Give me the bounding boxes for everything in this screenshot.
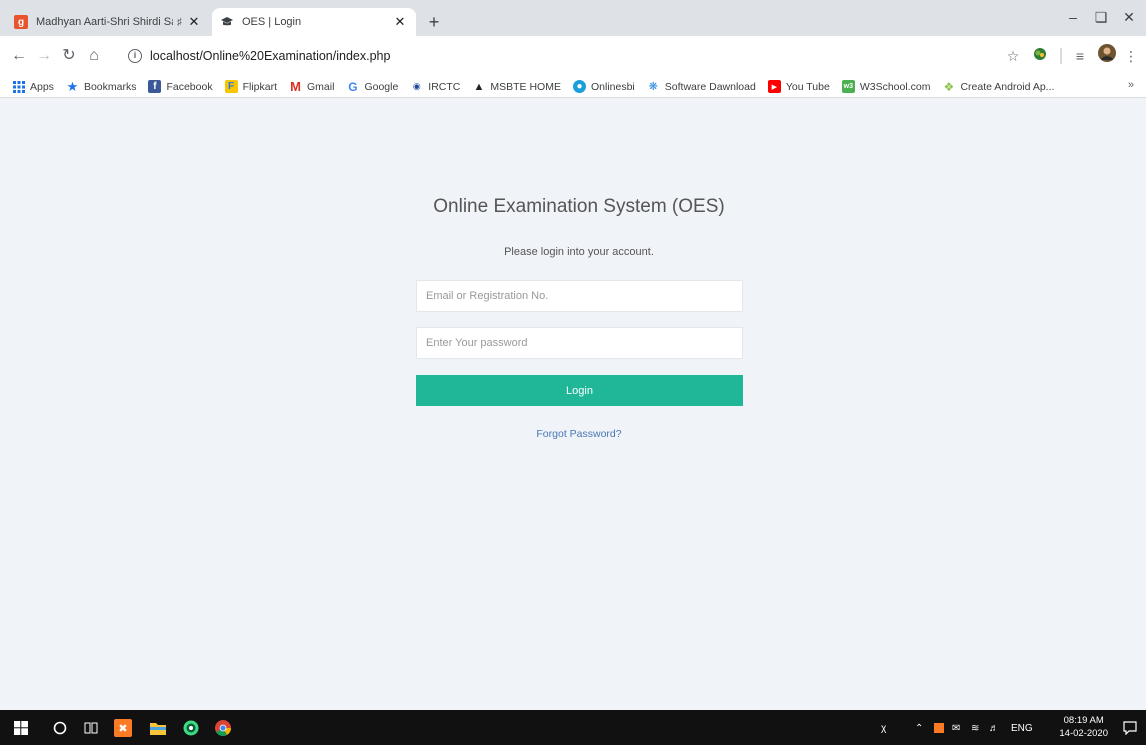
bookmark-star-icon[interactable]: ☆: [1003, 44, 1023, 68]
bookmark-apps[interactable]: Apps: [12, 80, 54, 93]
bookmark-label: Flipkart: [242, 80, 278, 93]
bookmark-label: Gmail: [307, 80, 335, 93]
apps-grid-icon: [12, 80, 25, 93]
tab-title: Madhyan Aarti-Shri Shirdi Sa: [36, 16, 173, 28]
page-title: Online Examination System (OES): [433, 196, 725, 217]
chrome-taskbar-icon[interactable]: [212, 717, 234, 739]
browser-toolbar: ← → ↻ ⌂ i localhost/Online%20Examination…: [0, 36, 1146, 76]
people-icon[interactable]: χ: [881, 719, 886, 737]
graduation-cap-icon: [220, 15, 234, 29]
reload-icon[interactable]: ↻: [58, 44, 80, 68]
facebook-icon: f: [148, 80, 162, 93]
bookmark-facebook[interactable]: f Facebook: [148, 80, 213, 93]
close-tab-icon[interactable]: ✕: [186, 14, 202, 30]
tab-madhyan-aarti[interactable]: g Madhyan Aarti-Shri Shirdi Sa ♯ ✕: [6, 8, 210, 36]
chrome-menu-icon[interactable]: ⋮: [1124, 44, 1138, 68]
network-icon[interactable]: ≋: [971, 719, 979, 737]
sbi-icon: ●: [572, 80, 586, 93]
volume-icon[interactable]: ♬: [989, 719, 999, 737]
tab-oes-login[interactable]: OES | Login ✕: [212, 8, 416, 36]
close-tab-icon[interactable]: ✕: [392, 14, 408, 30]
system-clock[interactable]: 08:19 AM 14-02-2020: [1059, 714, 1108, 740]
audio-playing-icon[interactable]: ♯: [177, 17, 182, 28]
bookmark-w3school[interactable]: w3 W3School.com: [841, 80, 931, 93]
clock-date: 14-02-2020: [1059, 728, 1108, 739]
forgot-password-link[interactable]: Forgot Password?: [0, 428, 1146, 440]
bookmark-gmail[interactable]: M Gmail: [289, 79, 335, 94]
bookmark-msbte-home[interactable]: ▲ MSBTE HOME: [472, 80, 561, 93]
close-window-button[interactable]: ✕: [1114, 6, 1144, 28]
email-field[interactable]: [416, 280, 743, 312]
profile-avatar[interactable]: [1096, 44, 1118, 68]
login-page: Online Examination System (OES) Please l…: [0, 99, 1146, 710]
gmail-icon: M: [290, 79, 301, 94]
software-icon: ❋: [648, 81, 658, 93]
bookmark-software-dawnload[interactable]: ❋ Software Dawnload: [647, 80, 756, 94]
page-subtitle: Please login into your account.: [504, 246, 654, 258]
bookmark-label: IRCTC: [428, 80, 461, 93]
more-bookmarks-icon[interactable]: »: [1128, 79, 1134, 91]
task-view-icon[interactable]: [80, 717, 102, 739]
home-icon[interactable]: ⌂: [83, 44, 105, 68]
clock-time: 08:19 AM: [1063, 715, 1104, 726]
url-text: localhost/Online%20Examination/index.php: [150, 49, 391, 63]
cortana-search-icon[interactable]: [49, 717, 71, 739]
restore-window-button[interactable]: ❏: [1086, 6, 1116, 28]
bookmark-label: Facebook: [166, 80, 213, 93]
bookmark-label: You Tube: [785, 80, 830, 93]
password-field[interactable]: [416, 327, 743, 359]
tray-chat-icon[interactable]: ✉: [952, 719, 960, 737]
windows-start-icon[interactable]: [10, 717, 32, 739]
google-icon: G: [348, 79, 358, 94]
bookmark-label: Apps: [30, 80, 54, 93]
input-language-indicator[interactable]: ENG: [1011, 719, 1033, 737]
address-bar[interactable]: i localhost/Online%20Examination/index.p…: [128, 42, 488, 70]
youtube-icon: ▶: [767, 80, 781, 93]
back-arrow-icon[interactable]: ←: [8, 44, 30, 68]
bookmark-google[interactable]: G Google: [346, 79, 399, 94]
windows-taskbar: ✖ χ ⌃ ✉ ≋ ♬ ENG 08:19 AM 14-02-2020: [0, 710, 1146, 745]
bookmark-you-tube[interactable]: ▶ You Tube: [767, 80, 830, 93]
browser-tab-strip: g Madhyan Aarti-Shri Shirdi Sa ♯ ✕ OES |…: [0, 0, 1146, 36]
bookmark-label: Software Dawnload: [664, 80, 756, 93]
msbte-icon: ▲: [473, 80, 485, 93]
forward-arrow-icon[interactable]: →: [33, 44, 55, 68]
bookmark-irctc[interactable]: ◉ IRCTC: [410, 80, 461, 93]
irctc-icon: ◉: [412, 81, 421, 91]
extension-icon[interactable]: [1030, 44, 1050, 68]
new-tab-button[interactable]: +: [424, 12, 444, 32]
xampp-icon[interactable]: ✖: [114, 719, 132, 737]
file-explorer-icon[interactable]: [147, 717, 169, 739]
star-icon: ★: [66, 78, 79, 94]
bookmark-label: W3School.com: [859, 80, 931, 93]
bookmark-bookmarks[interactable]: ★ Bookmarks: [66, 78, 137, 94]
bookmark-create-android[interactable]: ❖ Create Android Ap...: [942, 79, 1055, 94]
bookmark-label: Onlinesbi: [590, 80, 635, 93]
toolbar-divider: [1060, 48, 1062, 64]
minimize-window-button[interactable]: –: [1058, 6, 1088, 28]
tray-app-icon[interactable]: [934, 719, 944, 737]
saavn-favicon-icon: g: [14, 15, 28, 29]
bookmark-label: MSBTE HOME: [490, 80, 561, 93]
bookmark-flipkart[interactable]: F Flipkart: [224, 80, 278, 93]
bookmark-label: Create Android Ap...: [960, 80, 1055, 93]
tab-title: OES | Login: [242, 16, 302, 28]
bookmarks-bar: Apps ★ Bookmarks f Facebook F Flipkart M…: [0, 76, 1146, 98]
bookmark-onlinesbi[interactable]: ● Onlinesbi: [572, 80, 635, 93]
login-button[interactable]: Login: [416, 375, 743, 406]
bookmark-label: Google: [364, 80, 399, 93]
android-studio-icon[interactable]: [180, 717, 202, 739]
reading-list-icon[interactable]: ≡: [1070, 44, 1090, 68]
android-icon: ❖: [943, 79, 955, 94]
site-info-icon[interactable]: i: [128, 49, 142, 63]
show-hidden-icons-chevron-icon[interactable]: ⌃: [915, 719, 923, 737]
flipkart-icon: F: [224, 80, 238, 93]
action-center-icon[interactable]: [1119, 717, 1141, 739]
bookmark-label: Bookmarks: [83, 80, 137, 93]
w3school-icon: w3: [841, 80, 855, 93]
